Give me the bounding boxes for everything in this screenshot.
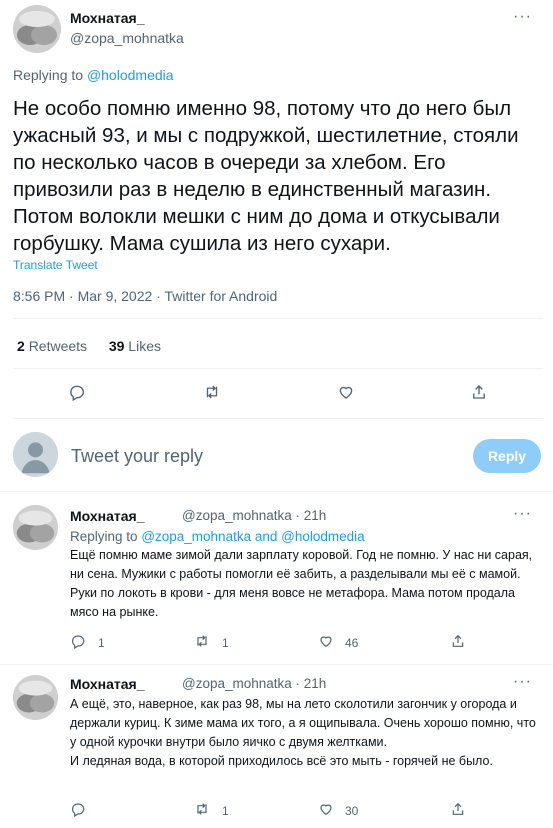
like-icon[interactable] bbox=[337, 383, 355, 401]
more-icon[interactable]: ··· bbox=[513, 673, 532, 691]
retweet-count: 1 bbox=[222, 636, 229, 650]
translate-tweet-link[interactable]: Translate Tweet bbox=[13, 258, 98, 272]
reply-input[interactable]: Tweet your reply bbox=[71, 446, 451, 467]
reply-avatar[interactable] bbox=[13, 505, 58, 550]
tweet-text: Не особо помню именно 98, потому что до … bbox=[13, 97, 519, 255]
retweet-icon[interactable] bbox=[194, 801, 210, 817]
replying-to: Replying to @zopa_mohnatka and @holodmed… bbox=[70, 529, 365, 544]
reply-author-name[interactable]: Мохнатая_ bbox=[70, 508, 145, 524]
reply-count: 1 bbox=[98, 636, 105, 650]
replying-to-link[interactable]: @zopa_mohnatka and @holodmedia bbox=[141, 529, 364, 544]
reply-icon[interactable] bbox=[70, 633, 86, 649]
share-icon[interactable] bbox=[470, 383, 488, 401]
replying-prefix: Replying to bbox=[13, 67, 84, 83]
author-avatar[interactable] bbox=[13, 5, 61, 53]
replying-to: Replying to @holodmedia bbox=[13, 67, 174, 83]
share-icon[interactable] bbox=[450, 633, 466, 649]
like-icon[interactable] bbox=[318, 801, 334, 817]
engagement-stats: 2 Retweets 39 Likes bbox=[17, 338, 161, 354]
author-handle[interactable]: @zopa_mohnatka bbox=[70, 30, 184, 46]
likes-count: 39 bbox=[108, 338, 125, 354]
divider bbox=[0, 491, 553, 492]
divider bbox=[13, 318, 543, 319]
replying-to-link[interactable]: @holodmedia bbox=[87, 67, 174, 83]
retweets-label: Retweets bbox=[28, 338, 88, 354]
likes-label: Likes bbox=[128, 338, 161, 354]
reply-author-name[interactable]: Мохнатая_ bbox=[70, 676, 145, 692]
replying-prefix: Replying to bbox=[70, 529, 138, 544]
like-icon[interactable] bbox=[318, 633, 334, 649]
retweets-count: 2 bbox=[17, 338, 25, 354]
user-avatar[interactable] bbox=[13, 432, 58, 477]
share-icon[interactable] bbox=[450, 801, 466, 817]
likes-stat[interactable]: 39 Likes bbox=[109, 338, 161, 354]
reply-icon[interactable] bbox=[68, 383, 86, 401]
divider bbox=[13, 368, 543, 369]
divider bbox=[13, 418, 543, 419]
reply-icon[interactable] bbox=[70, 801, 86, 817]
retweets-stat[interactable]: 2 Retweets bbox=[17, 338, 87, 354]
more-icon[interactable]: ··· bbox=[513, 8, 532, 26]
tweet-meta: 8:56 PM · Mar 9, 2022 · Twitter for Andr… bbox=[13, 288, 278, 304]
retweet-count: 1 bbox=[222, 804, 229, 818]
reply-text: Ещё помню маме зимой дали зарплату коров… bbox=[70, 548, 533, 619]
like-count: 46 bbox=[345, 636, 359, 650]
more-icon[interactable]: ··· bbox=[513, 505, 532, 523]
retweet-icon[interactable] bbox=[194, 633, 210, 649]
retweet-icon[interactable] bbox=[203, 383, 221, 401]
like-count: 30 bbox=[345, 804, 359, 818]
reply-handle-time[interactable]: @zopa_mohnatka · 21h bbox=[182, 676, 326, 691]
reply-avatar[interactable] bbox=[13, 675, 58, 720]
reply-button[interactable]: Reply bbox=[473, 439, 541, 473]
reply-text: А ещё, это, наверное, как раз 98, мы на … bbox=[70, 697, 536, 768]
divider bbox=[0, 664, 553, 665]
reply-handle-time[interactable]: @zopa_mohnatka · 21h bbox=[182, 508, 326, 523]
author-name[interactable]: Мохнатая_ bbox=[70, 10, 145, 26]
